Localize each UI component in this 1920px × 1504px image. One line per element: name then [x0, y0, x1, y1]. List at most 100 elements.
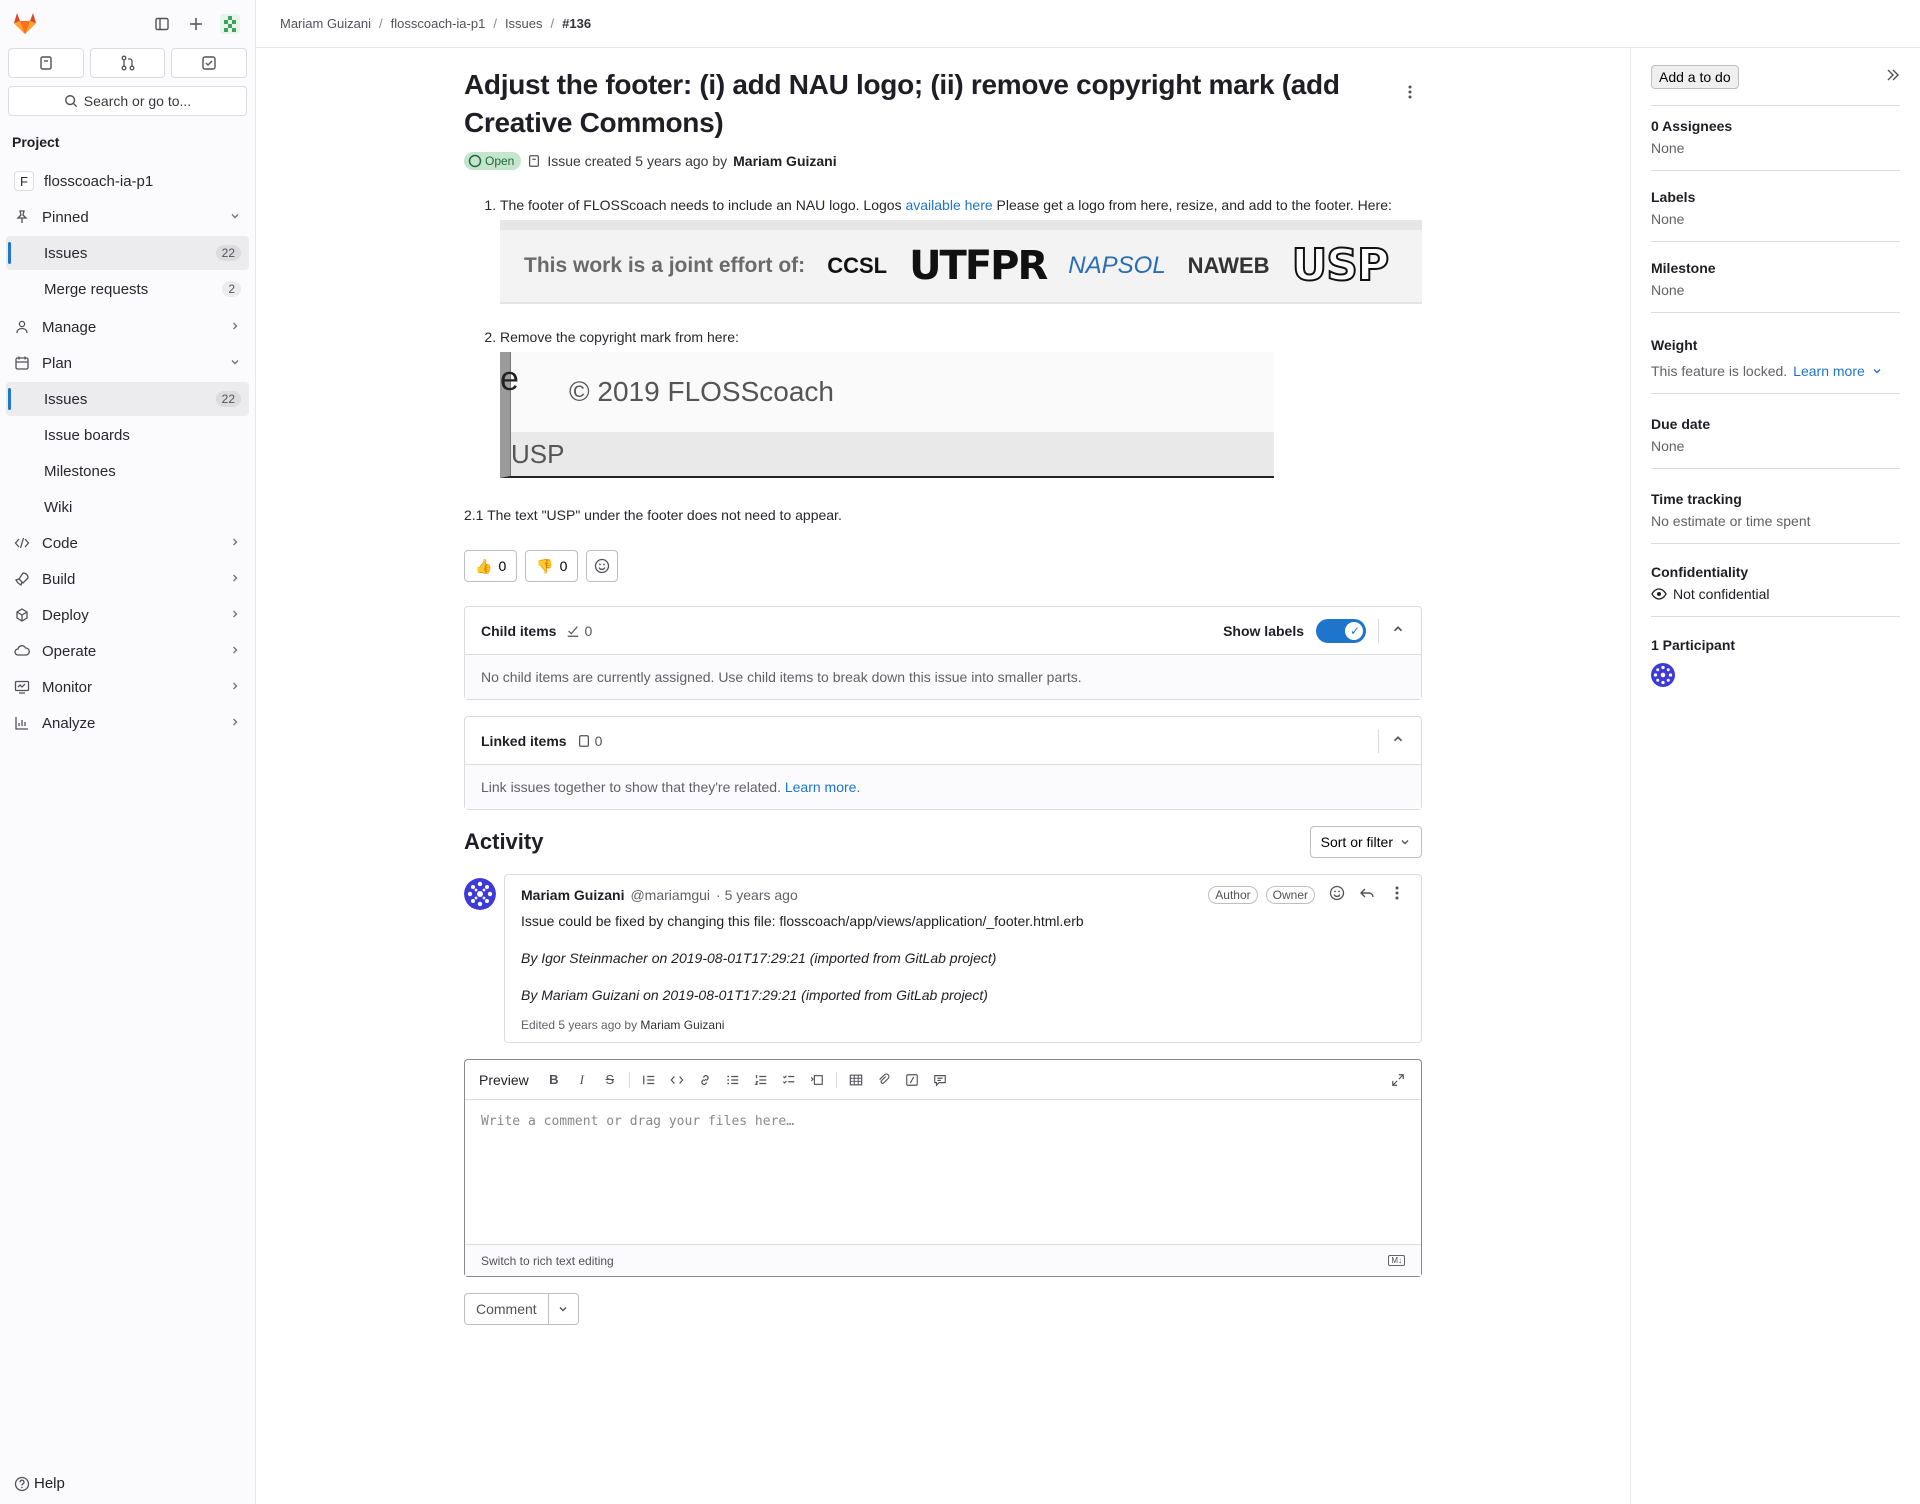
linked-items-title: Linked items [481, 732, 567, 749]
thumbs-up-button[interactable]: 👍 0 [464, 550, 518, 582]
breadcrumb-item-owner[interactable]: Mariam Guizani [280, 16, 371, 31]
avatar[interactable] [464, 878, 496, 910]
reply-icon[interactable] [1359, 885, 1375, 904]
todos-button[interactable] [171, 48, 248, 78]
note-card: Mariam Guizani @mariamgui · 5 years ago … [504, 874, 1422, 1043]
sidebar-project-link[interactable]: F flosscoach-ia-p1 [6, 164, 249, 198]
user-avatar-icon[interactable] [218, 12, 242, 36]
issue-open-icon [468, 154, 482, 168]
sidebar-item-monitor[interactable]: Monitor [6, 670, 249, 704]
chevron-up-icon[interactable] [1391, 622, 1405, 639]
more-actions-icon[interactable] [1398, 80, 1422, 104]
issue-author-link[interactable]: Mariam Guizani [733, 153, 836, 169]
attachment-icon[interactable] [875, 1071, 893, 1089]
show-labels-toggle[interactable]: ✓ [1316, 618, 1366, 643]
help-button[interactable]: Help [14, 1475, 65, 1492]
sidebar-top [0, 0, 255, 48]
numbered-list-icon[interactable] [752, 1071, 770, 1089]
toggle-sidebar-icon[interactable] [150, 12, 174, 36]
merge-requests-button[interactable] [89, 48, 166, 78]
bulleted-list-icon[interactable] [724, 1071, 742, 1089]
breadcrumb-item-current[interactable]: #136 [562, 16, 591, 31]
thumbs-down-button[interactable]: 👎 0 [525, 550, 579, 582]
code-icon[interactable] [668, 1071, 686, 1089]
add-reaction-icon[interactable] [1329, 885, 1345, 904]
comment-textarea[interactable]: Write a comment or drag your files here… [465, 1100, 1421, 1244]
breadcrumb-separator: / [379, 16, 383, 31]
time-tracking-block[interactable]: Time tracking No estimate or time spent [1651, 469, 1900, 544]
strikethrough-icon[interactable]: S [601, 1071, 619, 1089]
confidentiality-block[interactable]: Confidentiality Not confidential [1651, 544, 1900, 617]
note-author[interactable]: Mariam Guizani [521, 887, 624, 903]
note-edited: Edited 5 years ago by Mariam Guizani [521, 1018, 1405, 1032]
weight-value: This feature is locked. Learn more [1651, 363, 1900, 379]
sidebar-item-label: Plan [42, 354, 73, 372]
fullscreen-icon[interactable] [1389, 1071, 1407, 1089]
preview-tab[interactable]: Preview [479, 1072, 529, 1088]
link-icon[interactable] [696, 1071, 714, 1089]
chevron-up-icon[interactable] [1391, 732, 1405, 749]
sidebar-item-plan-issues[interactable]: Issues 22 [6, 382, 249, 416]
sidebar-item-pinned-merge-requests[interactable]: Merge requests 2 [6, 272, 249, 306]
switch-to-rich-text-button[interactable]: Switch to rich text editing [481, 1254, 614, 1268]
collapsible-section-icon[interactable] [808, 1071, 826, 1089]
chevron-down-icon[interactable] [1871, 365, 1883, 377]
comment-button[interactable]: Comment [464, 1293, 549, 1325]
weight-learn-more-link[interactable]: Learn more [1793, 363, 1865, 379]
sidebar-item-milestones[interactable]: Milestones [6, 454, 249, 488]
task-list-icon[interactable] [780, 1071, 798, 1089]
sidebar-item-wiki[interactable]: Wiki [6, 490, 249, 524]
breadcrumb-item-project[interactable]: flosscoach-ia-p1 [391, 16, 486, 31]
collapse-sidebar-icon[interactable] [1884, 67, 1900, 86]
slash-commands-icon[interactable] [903, 1071, 921, 1089]
note-handle[interactable]: @mariamgui [630, 887, 710, 903]
learn-more-link[interactable]: Learn more. [785, 779, 860, 795]
sidebar-item-issue-boards[interactable]: Issue boards [6, 418, 249, 452]
confidentiality-value: Not confidential [1651, 586, 1900, 602]
sort-or-filter-dropdown[interactable]: Sort or filter [1309, 826, 1422, 858]
chevron-down-icon [229, 355, 241, 372]
child-items-card: Child items 0 Show labels ✓ No child ite… [464, 606, 1422, 700]
sidebar-item-operate[interactable]: Operate [6, 634, 249, 668]
joint-effort-text: This work is a joint effort of: [524, 254, 806, 277]
labels-block[interactable]: Labels None [1651, 171, 1900, 242]
milestone-block[interactable]: Milestone None [1651, 242, 1900, 313]
chevron-right-icon [229, 715, 241, 732]
sidebar-item-build[interactable]: Build [6, 562, 249, 596]
copyright-screenshot-image[interactable]: e © 2019 FLOSScoach USP [500, 352, 1274, 478]
italic-icon[interactable]: I [573, 1071, 591, 1089]
assignees-title: 0 Assignees [1651, 118, 1733, 134]
quote-icon[interactable] [640, 1071, 658, 1089]
assignees-block[interactable]: 0 Assignees None [1651, 106, 1900, 171]
breadcrumb-item-issues[interactable]: Issues [505, 16, 543, 31]
merge-request-icon [121, 55, 134, 71]
table-icon[interactable] [847, 1071, 865, 1089]
add-todo-button[interactable]: Add a to do [1651, 64, 1739, 89]
assigned-issues-button[interactable] [8, 48, 84, 78]
bold-icon[interactable]: B [545, 1071, 563, 1089]
sidebar-item-analyze[interactable]: Analyze [6, 706, 249, 740]
sidebar-item-plan[interactable]: Plan [6, 346, 249, 380]
more-actions-icon[interactable] [1389, 885, 1405, 904]
comment-template-icon[interactable] [931, 1071, 949, 1089]
sidebar-item-pinned[interactable]: Pinned [6, 200, 249, 234]
copyright-text: © 2019 FLOSScoach [510, 352, 1274, 432]
partner-logos-image[interactable]: This work is a joint effort of: CCSL UTF… [500, 220, 1422, 304]
gitlab-logo-icon[interactable] [12, 10, 38, 36]
participant-avatar[interactable] [1651, 663, 1675, 687]
show-labels-label: Show labels [1223, 622, 1304, 639]
sidebar-item-pinned-issues[interactable]: Issues 22 [6, 236, 249, 270]
add-reaction-button[interactable] [586, 550, 619, 582]
sidebar-item-deploy[interactable]: Deploy [6, 598, 249, 632]
search-button[interactable]: Search or go to... [8, 86, 247, 116]
available-here-link[interactable]: available here [905, 197, 992, 213]
issue-title: Adjust the footer: (i) add NAU logo; (ii… [464, 69, 1340, 138]
comment-type-dropdown[interactable] [548, 1293, 579, 1325]
edited-by-link[interactable]: Mariam Guizani [640, 1018, 724, 1032]
note-time[interactable]: · 5 years ago [716, 887, 798, 903]
create-new-icon[interactable] [184, 12, 208, 36]
sidebar-item-code[interactable]: Code [6, 526, 249, 560]
sidebar-item-manage[interactable]: Manage [6, 310, 249, 344]
image-edge-glyph: e [500, 360, 519, 398]
due-date-block[interactable]: Due date None [1651, 394, 1900, 469]
